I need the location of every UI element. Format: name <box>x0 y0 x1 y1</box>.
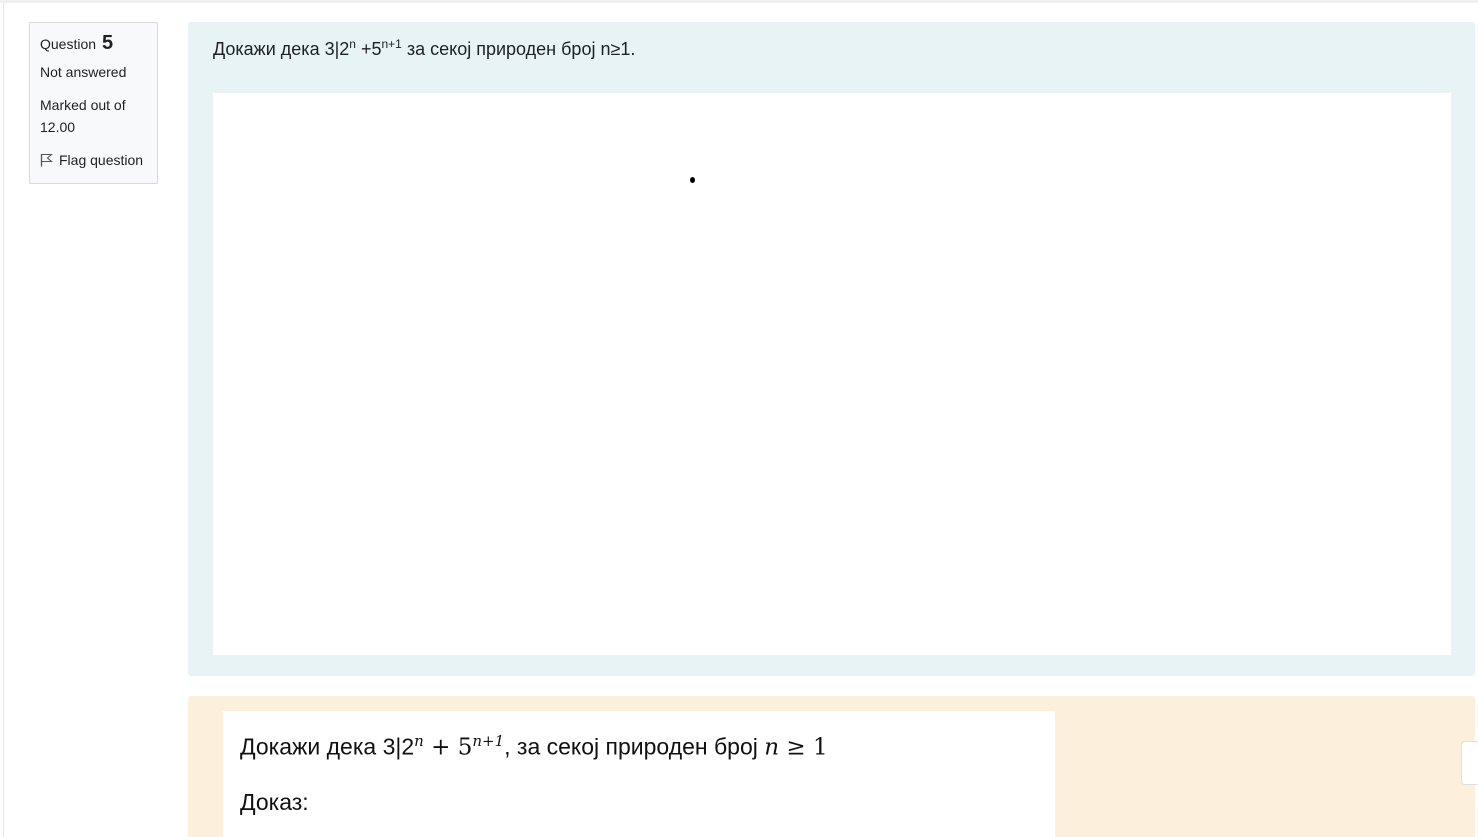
question-state: Not answered <box>40 64 127 80</box>
feedback-panel: Докажи дека 3|2n + 5n+1, за секој природ… <box>188 696 1475 837</box>
question-text: Докажи дека 3|2n +5n+1 за секој природен… <box>213 37 635 60</box>
flag-question-button[interactable]: Flag question <box>40 149 147 171</box>
top-divider <box>0 0 1478 3</box>
feedback-variable-n: n <box>764 734 780 761</box>
feedback-text-part: Докажи дека 3|2 <box>240 733 415 760</box>
question-text-part: Докажи дека 3|2 <box>213 39 350 59</box>
feedback-relation: ≥ 1 <box>779 734 828 761</box>
feedback-image: Докажи дека 3|2n + 5n+1, за секој природ… <box>223 711 1055 837</box>
question-text-part: +5 <box>355 39 382 59</box>
feedback-text-part: + 5 <box>423 734 473 761</box>
mouse-cursor-dot <box>690 177 695 183</box>
question-text-part: за секој природен број n≥1. <box>401 39 636 59</box>
feedback-exponent-n: n <box>414 732 424 750</box>
answer-editor[interactable] <box>213 93 1451 655</box>
flag-outline-icon <box>40 153 53 167</box>
question-number: 5 <box>101 32 114 54</box>
question-exponent-n: n <box>349 37 356 51</box>
flag-question-label: Flag question <box>59 152 144 168</box>
proof-label: Доказ: <box>240 789 309 815</box>
left-border <box>3 3 4 837</box>
feedback-text-part: , за секој природен број <box>504 733 765 760</box>
question-label: Question <box>40 36 97 52</box>
question-exponent-n-plus-1: n+1 <box>381 37 402 51</box>
question-info-panel: Question 5 Not answered Marked out of 12… <box>29 22 158 184</box>
question-formulation: Докажи дека 3|2n +5n+1 за секој природен… <box>188 22 1475 676</box>
question-number-row: Question 5 <box>40 32 147 55</box>
feedback-exponent-n-plus-1: n+1 <box>472 732 505 750</box>
question-grade: Marked out of 12.00 <box>40 97 126 135</box>
feedback-statement: Докажи дека 3|2n + 5n+1, за секој природ… <box>240 732 828 761</box>
side-drawer-toggle[interactable] <box>1461 741 1478 785</box>
